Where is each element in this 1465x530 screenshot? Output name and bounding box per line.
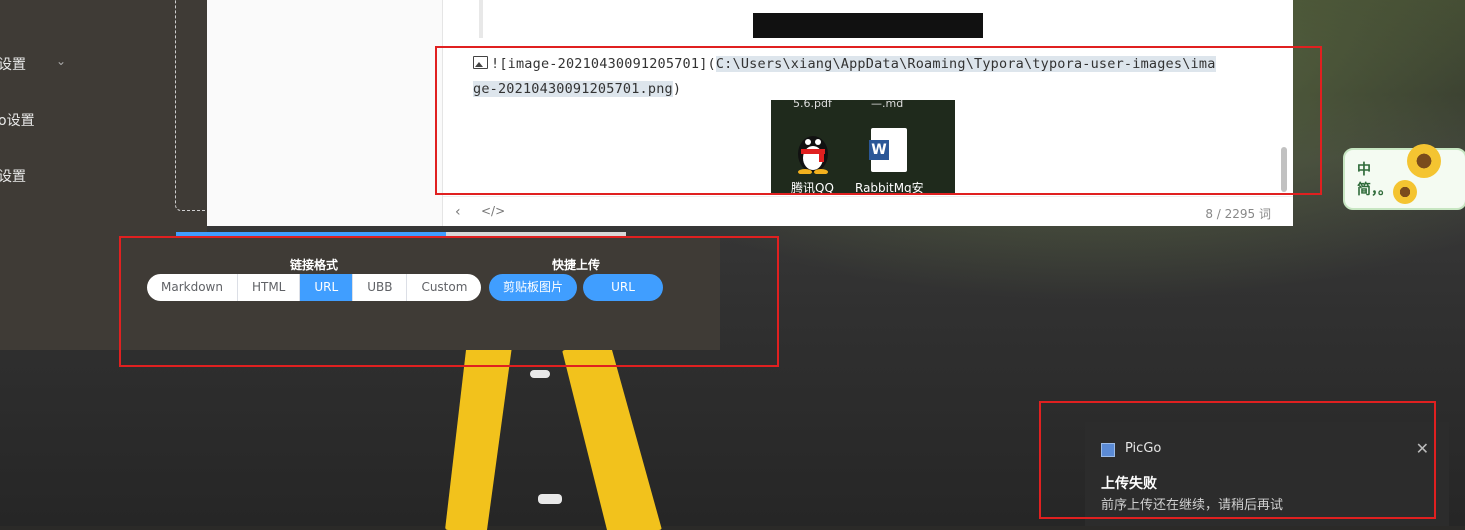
embedded-image — [753, 13, 983, 38]
road-reflector — [530, 370, 550, 378]
desktop-sticker: 中 简，。 — [1343, 144, 1465, 210]
source-mode-icon[interactable]: </> — [481, 204, 505, 218]
sidebar-item-settings-2[interactable]: o设置 — [0, 110, 35, 130]
road-lane-left — [445, 350, 512, 530]
chevron-down-icon[interactable]: ⌄ — [56, 54, 66, 68]
road-reflector — [538, 494, 562, 504]
sticker-line-2: 简，。 — [1357, 182, 1392, 198]
blockquote-bar — [479, 0, 483, 38]
word-count: 8 / 2295 词 — [1205, 207, 1271, 221]
road-lane-right — [562, 350, 662, 530]
typora-sidebar-pane — [207, 0, 442, 226]
sticker-text: 中 简，。 — [1357, 160, 1392, 200]
annotation-box-editor — [435, 46, 1322, 195]
sidebar-toggle-icon[interactable]: ‹ — [455, 204, 461, 220]
sticker-line-1: 中 — [1357, 162, 1371, 178]
annotation-box-link-format — [119, 236, 779, 367]
sidebar-item-settings-1[interactable]: 设置 — [0, 54, 26, 74]
sunflower-icon — [1393, 180, 1417, 204]
annotation-box-notification — [1039, 401, 1436, 519]
editor-status-bar: ‹ </> 8 / 2295 词 — [443, 196, 1293, 227]
sunflower-icon — [1407, 144, 1441, 178]
sidebar-item-settings-3[interactable]: 设置 — [0, 166, 26, 186]
